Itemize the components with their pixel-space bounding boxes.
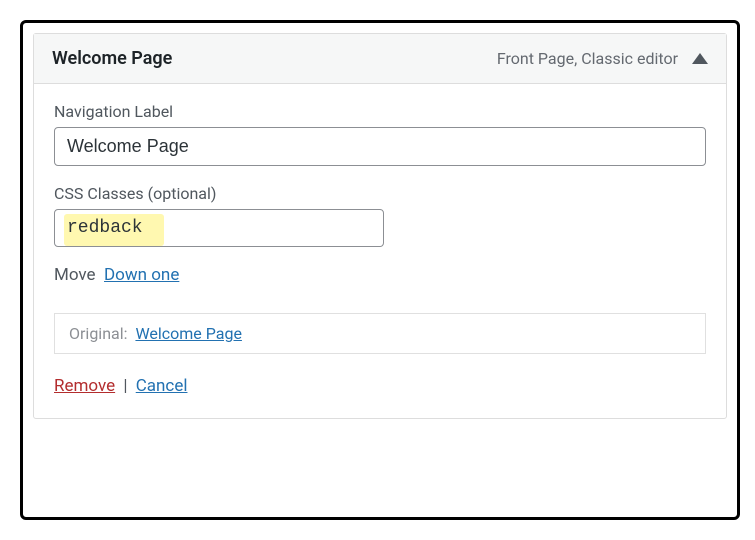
- menu-item-meta: Front Page, Classic editor: [497, 49, 708, 68]
- move-row: Move Down one: [54, 265, 706, 285]
- panel-frame: Welcome Page Front Page, Classic editor …: [20, 20, 740, 520]
- remove-link[interactable]: Remove: [54, 376, 115, 396]
- nav-label-input[interactable]: [54, 127, 706, 166]
- chevron-up-icon[interactable]: [692, 53, 708, 64]
- menu-item-title: Welcome Page: [52, 48, 172, 69]
- original-box: Original: Welcome Page: [54, 313, 706, 354]
- menu-item-type-label: Front Page, Classic editor: [497, 49, 678, 68]
- css-classes-label: CSS Classes (optional): [54, 184, 706, 203]
- menu-item-body: Navigation Label CSS Classes (optional) …: [34, 84, 726, 418]
- menu-item-panel: Welcome Page Front Page, Classic editor …: [33, 33, 727, 419]
- original-link[interactable]: Welcome Page: [135, 324, 242, 343]
- move-label: Move: [54, 265, 96, 285]
- cancel-link[interactable]: Cancel: [136, 376, 188, 396]
- actions-separator: |: [123, 376, 127, 396]
- menu-item-header[interactable]: Welcome Page Front Page, Classic editor: [34, 34, 726, 84]
- move-down-one-link[interactable]: Down one: [104, 265, 179, 285]
- original-label: Original:: [69, 324, 128, 343]
- nav-label-label: Navigation Label: [54, 102, 706, 121]
- actions-row: Remove | Cancel: [54, 376, 706, 396]
- css-classes-input[interactable]: [54, 209, 384, 247]
